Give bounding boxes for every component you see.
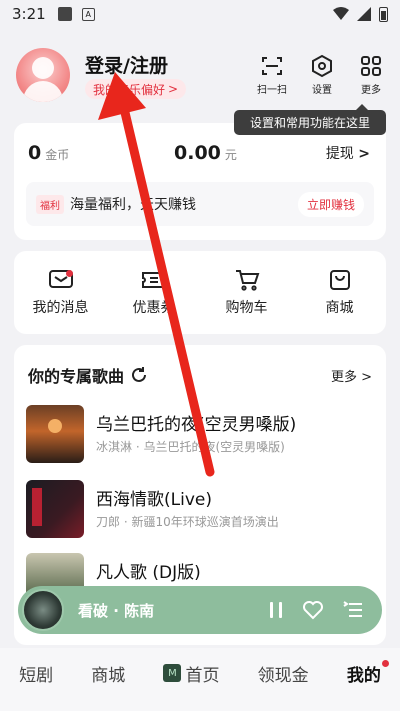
coins-value: 0 (28, 142, 42, 164)
settings-tooltip: 设置和常用功能在这里 (234, 104, 386, 135)
welfare-text: 海量福利，天天赚钱 (70, 197, 196, 213)
wallet-card: 0 金币 0.00 元 提现 > 福利 海量福利，天天赚钱 立即赚钱 (14, 123, 386, 240)
tab-label: 商城 (91, 665, 126, 686)
now-playing-text: 看破 · 陈南 (78, 601, 155, 620)
settings-icon (312, 54, 332, 78)
app-logo-icon: M (163, 664, 182, 682)
song-title: 凡人歌 (DJ版) (96, 563, 201, 583)
a-notification-icon: A (81, 7, 95, 21)
songs-more-label: 更多 (330, 370, 357, 385)
login-register-link[interactable]: 登录/注册 (85, 51, 168, 78)
tab-badge (381, 659, 389, 667)
grid-icon (361, 56, 381, 76)
settings-label: 设置 (312, 85, 332, 96)
song-row[interactable]: 乌兰巴托的夜(空灵男嗓版) 冰淇淋 · 乌兰巴托的夜(空灵男嗓版) (26, 405, 374, 463)
quick-action-coupons[interactable]: 优惠券 (114, 268, 194, 317)
refresh-icon[interactable] (130, 366, 148, 384)
coupon-icon (141, 272, 166, 288)
wifi-icon (333, 7, 349, 20)
tab-mall[interactable]: 商城 (91, 661, 125, 686)
coins-balance[interactable]: 0 金币 (28, 142, 69, 164)
song-title: 乌兰巴托的夜(空灵男嗓版) (96, 415, 297, 435)
bottom-tab-bar: 短剧 商城 M 首页 领现金 我的 (0, 648, 400, 698)
music-preference-label: 我的音乐偏好 (93, 82, 166, 97)
chevron-right-icon: > (168, 82, 179, 96)
mini-player[interactable]: 看破 · 陈南 (18, 586, 382, 634)
unread-badge (65, 270, 73, 277)
cart-icon (235, 270, 259, 291)
quick-action-label: 优惠券 (132, 300, 175, 316)
tab-label: 领现金 (257, 665, 309, 686)
quick-action-label: 我的消息 (32, 300, 89, 316)
songs-title: 你的专属歌曲 (28, 367, 125, 386)
cash-balance[interactable]: 0.00 元 (174, 142, 237, 164)
song-subtitle: 刀郎 · 新疆10年环球巡演首场演出 (96, 515, 279, 529)
welfare-banner[interactable]: 福利 海量福利，天天赚钱 立即赚钱 (26, 182, 374, 226)
system-nav-area (0, 698, 400, 711)
earn-now-button[interactable]: 立即赚钱 (297, 191, 364, 217)
section-title: 你的专属歌曲 (28, 363, 148, 387)
coins-unit: 金币 (45, 148, 70, 162)
tab-home[interactable]: M 首页 (163, 661, 219, 686)
settings-button[interactable]: 设置 (302, 54, 342, 96)
status-bar: 3:21 A (0, 0, 400, 28)
pause-icon[interactable] (268, 601, 284, 619)
welfare-tag: 福利 (36, 194, 64, 214)
quick-action-messages[interactable]: 我的消息 (21, 268, 101, 317)
songs-more-link[interactable]: 更多 > (331, 366, 372, 385)
shop-bag-icon (329, 270, 350, 290)
withdraw-button[interactable]: 提现 > (326, 143, 370, 163)
song-cover (26, 480, 84, 538)
album-disc[interactable] (22, 589, 64, 631)
music-preference-button[interactable]: 我的音乐偏好 > (85, 79, 187, 99)
more-label: 更多 (361, 85, 381, 96)
cash-value: 0.00 (174, 142, 221, 164)
tab-label: 短剧 (19, 665, 54, 686)
more-button[interactable]: 更多 (351, 54, 391, 96)
tab-label: 我的 (346, 665, 381, 686)
song-cover (26, 405, 84, 463)
quick-action-cart[interactable]: 购物车 (207, 268, 287, 317)
profile-header: 登录/注册 我的音乐偏好 > 扫一扫 设置 更多 (0, 40, 400, 120)
scan-button[interactable]: 扫一扫 (252, 54, 292, 96)
withdraw-label: 提现 (325, 146, 354, 162)
tab-mine[interactable]: 我的 (346, 659, 389, 686)
tab-short-drama[interactable]: 短剧 (19, 661, 53, 686)
scan-label: 扫一扫 (257, 85, 287, 96)
tab-label: 首页 (185, 665, 220, 686)
cash-unit: 元 (224, 148, 237, 162)
song-row[interactable]: 西海情歌(Live) 刀郎 · 新疆10年环球巡演首场演出 (26, 480, 374, 538)
quick-action-shop[interactable]: 商城 (300, 268, 380, 317)
heart-icon[interactable] (302, 600, 324, 620)
tab-get-cash[interactable]: 领现金 (258, 661, 309, 686)
quick-action-label: 商城 (325, 300, 354, 316)
quick-action-label: 购物车 (225, 300, 268, 316)
status-time: 3:21 (12, 5, 46, 23)
song-title: 西海情歌(Live) (96, 490, 212, 510)
playlist-icon[interactable] (342, 600, 364, 620)
avatar[interactable] (16, 48, 70, 102)
chevron-right-icon: > (361, 370, 372, 385)
chevron-right-icon: > (358, 146, 370, 162)
notification-square-icon (57, 7, 72, 21)
battery-icon (379, 6, 388, 22)
scan-icon (262, 57, 282, 75)
song-subtitle: 冰淇淋 · 乌兰巴托的夜(空灵男嗓版) (96, 440, 285, 454)
signal-icon (357, 7, 371, 21)
quick-actions-card: 我的消息 优惠券 购物车 商城 (14, 251, 386, 334)
